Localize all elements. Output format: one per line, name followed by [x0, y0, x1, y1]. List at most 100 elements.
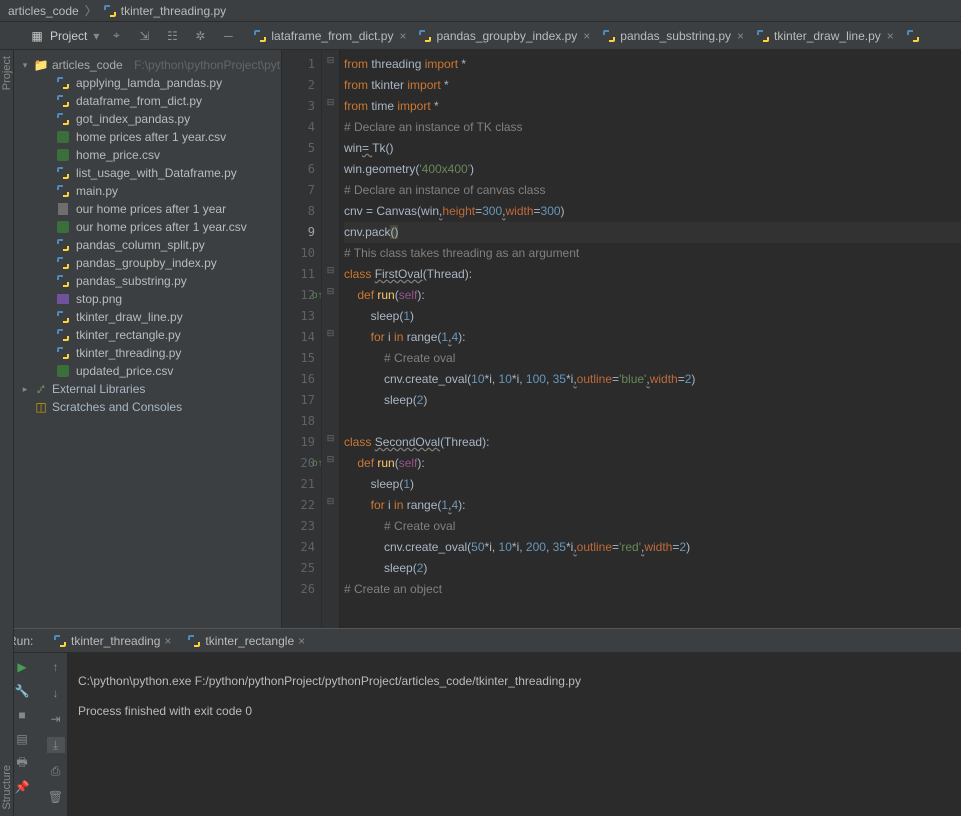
line-number[interactable]: 9 — [282, 222, 315, 243]
line-number[interactable]: 2 — [282, 75, 315, 96]
code-line[interactable]: cnv = Canvas(win,height=300,width=300) — [344, 201, 961, 222]
code-line[interactable]: # Declare an instance of TK class — [344, 117, 961, 138]
line-number[interactable]: 20 — [282, 453, 315, 474]
fold-toggle[interactable]: ⊟ — [322, 260, 339, 281]
line-number[interactable]: 12 — [282, 285, 315, 306]
line-number[interactable]: 7 — [282, 180, 315, 201]
line-number[interactable]: 22 — [282, 495, 315, 516]
expand-icon[interactable]: ▸ — [20, 384, 30, 395]
scroll-icon[interactable]: ⤓ — [47, 737, 65, 753]
fold-toggle[interactable]: ⊟ — [322, 281, 339, 302]
editor-tab-overflow[interactable] — [900, 22, 926, 50]
pin-icon[interactable]: 📌 — [13, 779, 31, 795]
file-item[interactable]: our home prices after 1 year.csv — [56, 218, 281, 236]
code-line[interactable]: from time import * — [344, 96, 961, 117]
left-gutter-bottom[interactable]: Structure — [0, 628, 14, 816]
code-line[interactable]: # Create oval — [344, 516, 961, 537]
breadcrumb-file[interactable]: tkinter_threading.py — [121, 4, 226, 18]
code-line[interactable]: for i in range(1,4): — [344, 327, 961, 348]
code-line[interactable]: # Create oval — [344, 348, 961, 369]
line-number[interactable]: 6 — [282, 159, 315, 180]
fold-toggle[interactable]: ⊟ — [322, 323, 339, 344]
file-item[interactable]: updated_price.csv — [56, 362, 281, 380]
run-tab[interactable]: tkinter_threading× — [45, 629, 179, 653]
external-libraries[interactable]: ▸ ⑇ External Libraries — [20, 380, 281, 398]
code-line[interactable]: from threading import * — [344, 54, 961, 75]
line-number[interactable]: 14 — [282, 327, 315, 348]
close-icon[interactable]: × — [583, 29, 590, 43]
scratches-and-consoles[interactable]: ◫ Scratches and Consoles — [20, 398, 281, 416]
code-line[interactable]: cnv.pack() — [344, 222, 961, 243]
file-item[interactable]: dataframe_from_dict.py — [56, 92, 281, 110]
close-icon[interactable]: × — [737, 29, 744, 43]
code-editor[interactable]: 1234567891011121314151617181920212223242… — [282, 50, 961, 628]
file-item[interactable]: pandas_column_split.py — [56, 236, 281, 254]
editor-tab[interactable]: pandas_substring.py× — [596, 22, 750, 50]
run-output[interactable]: C:\python\python.exe F:/python/pythonPro… — [68, 653, 961, 816]
expand-all-icon[interactable]: ⇲ — [137, 29, 151, 43]
file-item[interactable]: tkinter_threading.py — [56, 344, 281, 362]
run-tab[interactable]: tkinter_rectangle× — [179, 629, 313, 653]
project-dropdown[interactable]: ▦ Project ▾ — [0, 29, 109, 43]
code-line[interactable]: sleep(2) — [344, 390, 961, 411]
code-line[interactable]: cnv.create_oval(10*i, 10*i, 100, 35*i,ou… — [344, 369, 961, 390]
collapse-all-icon[interactable]: ☷ — [165, 29, 179, 43]
line-number[interactable]: 8 — [282, 201, 315, 222]
fold-gutter[interactable]: ⊟⊟⊟⊟⊟⊟⊟⊟ — [322, 50, 340, 628]
code-line[interactable]: win= Tk() — [344, 138, 961, 159]
line-number[interactable]: 15 — [282, 348, 315, 369]
code-line[interactable]: class FirstOval(Thread): — [344, 264, 961, 285]
fold-toggle[interactable]: ⊟ — [322, 50, 339, 71]
line-number[interactable]: 21 — [282, 474, 315, 495]
line-number[interactable]: 5 — [282, 138, 315, 159]
layout-icon[interactable]: ▤ — [13, 731, 31, 747]
close-icon[interactable]: × — [887, 29, 894, 43]
file-item[interactable]: tkinter_draw_line.py — [56, 308, 281, 326]
fold-toggle[interactable]: ⊟ — [322, 428, 339, 449]
close-icon[interactable]: × — [164, 634, 171, 648]
code-line[interactable]: sleep(1) — [344, 474, 961, 495]
file-item[interactable]: applying_lamda_pandas.py — [56, 74, 281, 92]
up-icon[interactable]: ↑ — [47, 659, 65, 675]
file-item[interactable]: stop.png — [56, 290, 281, 308]
code-line[interactable]: for i in range(1,4): — [344, 495, 961, 516]
trash-icon[interactable]: 🗑 — [47, 789, 65, 805]
code-line[interactable]: class SecondOval(Thread): — [344, 432, 961, 453]
file-item[interactable]: our home prices after 1 year — [56, 200, 281, 218]
code-area[interactable]: from threading import *from tkinter impo… — [340, 50, 961, 628]
line-number[interactable]: 19 — [282, 432, 315, 453]
code-line[interactable]: # Declare an instance of canvas class — [344, 180, 961, 201]
left-gutter[interactable]: Project — [0, 50, 14, 628]
breadcrumb-root[interactable]: articles_code — [8, 4, 79, 18]
export-icon[interactable]: ⎙ — [47, 763, 65, 779]
print-icon[interactable]: 🖶 — [13, 755, 31, 771]
file-item[interactable]: pandas_substring.py — [56, 272, 281, 290]
softwrap-icon[interactable]: ⇥ — [47, 711, 65, 727]
line-gutter[interactable]: 1234567891011121314151617181920212223242… — [282, 50, 322, 628]
code-line[interactable]: win.geometry('400x400') — [344, 159, 961, 180]
override-icon[interactable]: o↑ — [312, 285, 323, 306]
file-item[interactable]: main.py — [56, 182, 281, 200]
expand-icon[interactable]: ▾ — [20, 60, 30, 71]
line-number[interactable]: 13 — [282, 306, 315, 327]
line-number[interactable]: 18 — [282, 411, 315, 432]
line-number[interactable]: 3 — [282, 96, 315, 117]
code-line[interactable]: cnv.create_oval(50*i, 10*i, 200, 35*i,ou… — [344, 537, 961, 558]
line-number[interactable]: 4 — [282, 117, 315, 138]
hide-icon[interactable]: ─ — [221, 29, 235, 43]
file-item[interactable]: home prices after 1 year.csv — [56, 128, 281, 146]
file-item[interactable]: got_index_pandas.py — [56, 110, 281, 128]
close-icon[interactable]: × — [399, 29, 406, 43]
override-icon[interactable]: o↑ — [312, 453, 323, 474]
code-line[interactable]: sleep(2) — [344, 558, 961, 579]
line-number[interactable]: 24 — [282, 537, 315, 558]
fold-toggle[interactable]: ⊟ — [322, 449, 339, 470]
code-line[interactable]: from tkinter import * — [344, 75, 961, 96]
fold-toggle[interactable]: ⊟ — [322, 92, 339, 113]
line-number[interactable]: 11 — [282, 264, 315, 285]
fold-toggle[interactable]: ⊟ — [322, 491, 339, 512]
code-line[interactable]: sleep(1) — [344, 306, 961, 327]
tree-root-row[interactable]: ▾ 📁 articles_code F:\python\pythonProjec… — [20, 56, 281, 74]
rerun-icon[interactable]: ▶ — [13, 659, 31, 675]
code-line[interactable]: # Create an object — [344, 579, 961, 600]
